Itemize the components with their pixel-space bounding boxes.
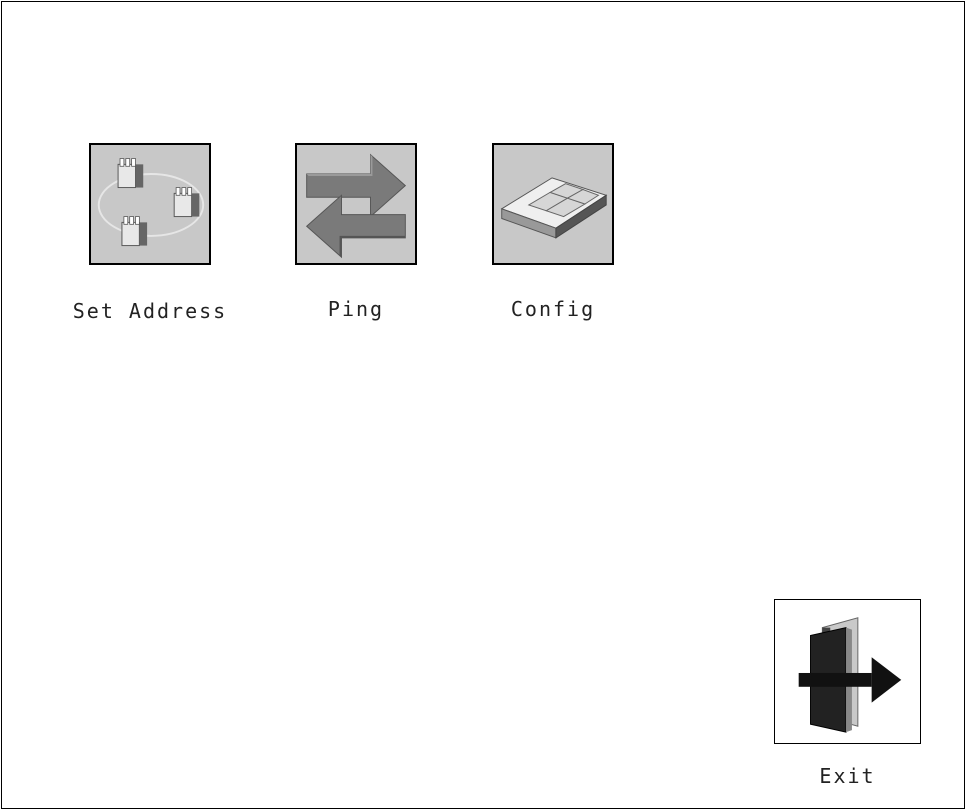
ping-button[interactable] <box>295 143 417 265</box>
exit-label[interactable]: Exit <box>774 764 921 788</box>
ping-label[interactable]: Ping <box>295 297 417 321</box>
exit-button[interactable] <box>774 599 921 744</box>
set-address-button[interactable] <box>89 143 211 265</box>
config-label[interactable]: Config <box>492 297 614 321</box>
ping-arrows-icon <box>305 153 407 259</box>
config-panel-icon <box>500 177 608 239</box>
set-address-label[interactable]: Set Address <box>60 299 240 323</box>
exit-door-icon <box>798 617 902 733</box>
main-window: Set Address Ping Config Exit <box>1 1 965 809</box>
network-nodes-icon <box>97 158 205 247</box>
config-button[interactable] <box>492 143 614 265</box>
